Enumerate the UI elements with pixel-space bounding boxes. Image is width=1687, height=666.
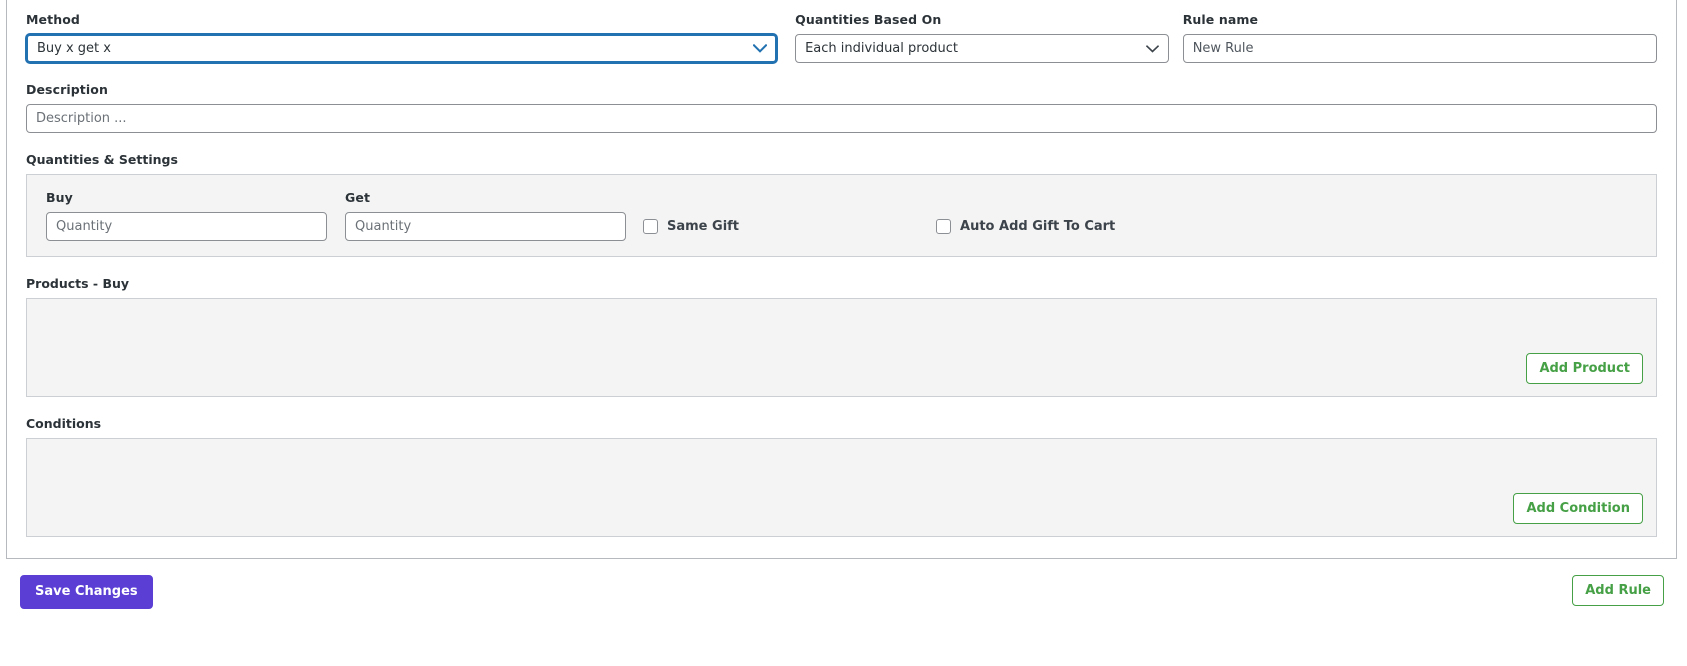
get-label: Get — [345, 190, 371, 205]
quantities-based-on-label: Quantities Based On — [795, 12, 942, 27]
description-label: Description — [26, 82, 108, 97]
quantities-based-on-select[interactable]: Each individual product — [795, 34, 1169, 63]
get-quantity-input[interactable] — [345, 212, 626, 241]
buy-quantity-input[interactable] — [46, 212, 327, 241]
conditions-actions: Add Condition — [1513, 493, 1643, 524]
method-label: Method — [26, 12, 80, 27]
quantities-based-on-field-group: Quantities Based On Each individual prod… — [795, 12, 1169, 63]
same-gift-checkbox[interactable] — [643, 219, 658, 234]
method-field-group: Method Buy x get x — [26, 12, 778, 63]
quantities-settings-panel: Buy Get Same Gift Auto Add Gift To Cart — [26, 174, 1657, 257]
products-buy-title: Products - Buy — [26, 276, 130, 291]
auto-add-gift-checkbox[interactable] — [936, 219, 952, 234]
quantities-settings-row: Buy Get Same Gift Auto Add Gift To Cart — [46, 190, 1637, 241]
products-buy-panel: Add Product — [26, 298, 1657, 397]
add-rule-button[interactable]: Add Rule — [1572, 575, 1664, 606]
buy-field-group: Buy — [46, 190, 327, 241]
method-select[interactable]: Buy x get x — [26, 34, 778, 63]
products-buy-actions: Add Product — [1526, 353, 1643, 384]
rule-form-card: Method Buy x get x Quantities Based On E… — [6, 0, 1677, 559]
conditions-title: Conditions — [26, 416, 102, 431]
rule-name-field-group: Rule name — [1182, 12, 1658, 63]
save-changes-button[interactable]: Save Changes — [20, 575, 153, 609]
get-field-group: Get — [345, 190, 626, 241]
quantities-settings-title: Quantities & Settings — [26, 152, 178, 167]
same-gift-checkbox-row[interactable]: Same Gift — [643, 212, 739, 241]
footer-action-bar: Save Changes Add Rule — [0, 566, 1687, 666]
buy-label: Buy — [46, 190, 73, 205]
auto-add-gift-checkbox-row[interactable]: Auto Add Gift To Cart — [936, 212, 1115, 241]
auto-add-gift-label: Auto Add Gift To Cart — [960, 219, 1116, 234]
rule-editor-page: Method Buy x get x Quantities Based On E… — [0, 0, 1687, 666]
rule-name-input[interactable] — [1182, 34, 1658, 63]
top-field-row: Method Buy x get x Quantities Based On E… — [26, 0, 1658, 63]
description-input[interactable] — [26, 104, 1657, 133]
method-select-wrapper[interactable]: Buy x get x — [26, 34, 778, 63]
same-gift-label: Same Gift — [667, 219, 740, 234]
quantities-based-on-select-wrapper[interactable]: Each individual product — [795, 34, 1169, 63]
conditions-panel: Add Condition — [26, 438, 1657, 537]
description-field-group: Description — [26, 82, 1657, 133]
add-condition-button[interactable]: Add Condition — [1513, 493, 1643, 524]
rule-name-label: Rule name — [1182, 12, 1259, 27]
add-product-button[interactable]: Add Product — [1526, 353, 1643, 384]
